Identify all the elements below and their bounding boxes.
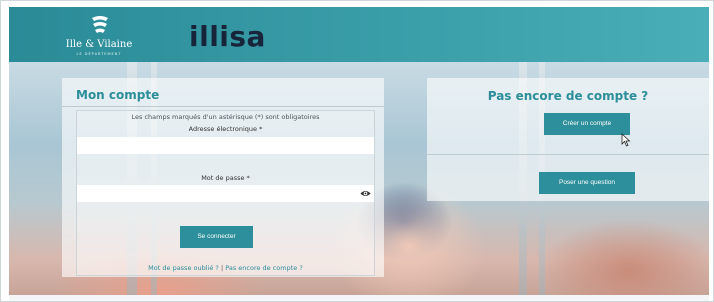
eye-icon[interactable] (360, 188, 371, 199)
footer-strip (9, 295, 709, 301)
department-logo[interactable]: Ille & Vilaine LE DÉPARTEMENT (59, 14, 139, 58)
signup-title: Pas encore de compte ? (487, 89, 649, 103)
email-field[interactable] (77, 137, 374, 154)
ask-question-button[interactable]: Poser une question (539, 172, 635, 194)
login-panel: Mon compte Les champs marqués d'un astér… (62, 78, 384, 277)
link-separator: | (220, 264, 224, 272)
page-frame: Ille & Vilaine LE DÉPARTEMENT illisa Mon… (0, 0, 714, 302)
no-account-link[interactable]: Pas encore de compte ? (225, 264, 303, 272)
login-divider (62, 106, 384, 107)
signup-divider (427, 154, 709, 155)
login-button[interactable]: Se connecter (180, 226, 253, 248)
login-title: Mon compte (76, 88, 160, 102)
signup-panel: Pas encore de compte ? Créer un compte P… (427, 78, 709, 201)
password-label: Mot de passe * (201, 174, 250, 182)
site-header: Ille & Vilaine LE DÉPARTEMENT illisa (9, 7, 709, 62)
forgot-password-link[interactable]: Mot de passe oublié ? (148, 264, 219, 272)
department-subtitle: LE DÉPARTEMENT (76, 52, 122, 56)
mouse-cursor-icon (621, 133, 631, 147)
login-links: Mot de passe oublié ? | Pas encore de co… (77, 264, 374, 272)
login-form: Les champs marqués d'un astérisque (*) s… (76, 110, 375, 276)
password-field[interactable] (77, 185, 374, 202)
create-account-button[interactable]: Créer un compte (544, 113, 630, 135)
email-label: Adresse électronique * (188, 125, 263, 133)
brand-logo[interactable]: illisa (189, 20, 266, 53)
department-name: Ille & Vilaine (65, 39, 133, 50)
required-fields-note: Les champs marqués d'un astérisque (*) s… (131, 113, 320, 121)
department-emblem-icon (92, 16, 108, 33)
